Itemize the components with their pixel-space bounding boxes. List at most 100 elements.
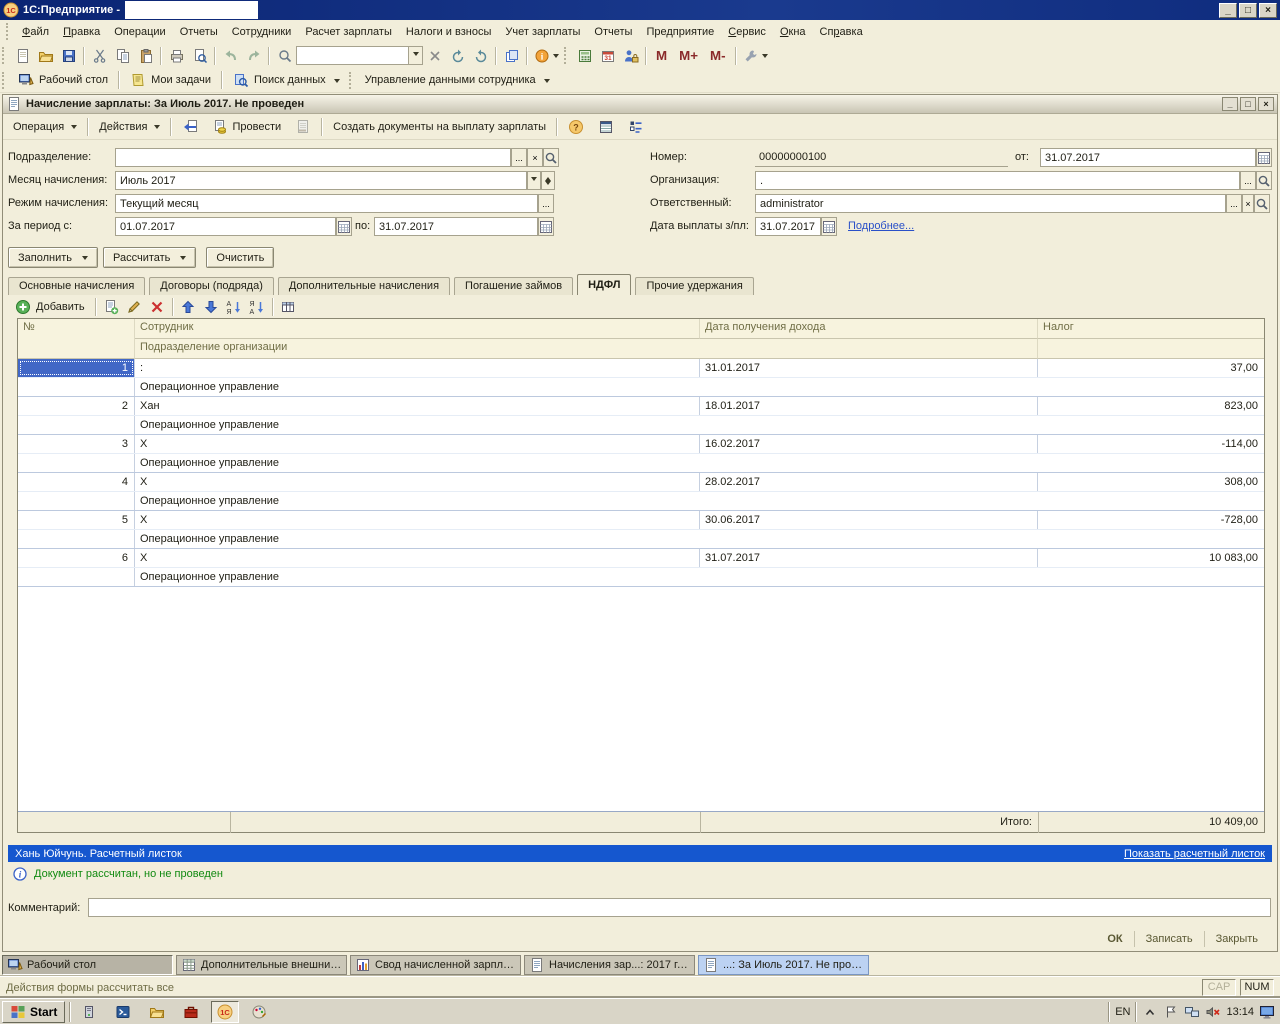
grip-handle[interactable] [6, 23, 11, 40]
structure-button[interactable] [621, 116, 651, 138]
write-button[interactable]: Записать [1134, 931, 1204, 947]
row-number-subcell[interactable] [18, 454, 135, 472]
window-tab[interactable]: Свод начисленной зарплат... [350, 955, 521, 975]
income-date-cell[interactable]: 28.02.2017 [700, 473, 1038, 491]
department-cell[interactable]: Операционное управление [135, 530, 1264, 548]
responsible-clear-button[interactable]: × [1242, 194, 1254, 213]
fill-button[interactable]: Заполнить [8, 247, 98, 268]
menu-item[interactable]: Операции [107, 23, 172, 41]
month-field[interactable] [115, 171, 527, 190]
move-up-button[interactable] [177, 297, 200, 318]
actions-menu-button[interactable]: Действия [92, 116, 167, 138]
menu-item[interactable]: Файл [15, 23, 56, 41]
flag-icon[interactable] [1163, 1004, 1179, 1020]
start-button[interactable]: Start [2, 1001, 65, 1023]
post-document-button[interactable] [175, 116, 205, 138]
calendar-button[interactable]: 31 [596, 45, 619, 66]
windows-list-button[interactable] [500, 45, 523, 66]
panel-button[interactable]: Рабочий стол [11, 70, 115, 91]
tax-cell[interactable]: 10 083,00 [1038, 549, 1264, 567]
window-tab[interactable]: Дополнительные внешние ... [176, 955, 347, 975]
add-row-button[interactable]: Добавить [8, 297, 92, 318]
print-button[interactable] [165, 45, 188, 66]
undo-button[interactable] [219, 45, 242, 66]
tax-cell[interactable]: 308,00 [1038, 473, 1264, 491]
menu-item[interactable]: Учет зарплаты [498, 23, 587, 41]
clear-search-button[interactable] [423, 45, 446, 66]
row-number-subcell[interactable] [18, 492, 135, 510]
division-field[interactable] [115, 148, 511, 167]
panel-button[interactable]: Управление данными сотрудника [358, 70, 557, 91]
organization-field[interactable] [755, 171, 1240, 190]
table-row[interactable]: 1:31.01.201737,00Операционное управление [18, 359, 1264, 397]
show-desktop-icon[interactable] [1259, 1004, 1275, 1020]
responsible-open-button[interactable] [1254, 194, 1270, 213]
tab[interactable]: Дополнительные начисления [278, 277, 450, 295]
column-header-department[interactable]: Подразделение организации [135, 339, 1038, 359]
organization-open-button[interactable] [1256, 171, 1272, 190]
quicklaunch-server-button[interactable] [75, 1001, 103, 1023]
find-button[interactable] [273, 45, 296, 66]
new-document-button[interactable] [11, 45, 34, 66]
period-from-field[interactable] [115, 217, 336, 236]
window-tab[interactable]: Начисления зар...: 2017 г. - ... [524, 955, 695, 975]
memory-plus-button[interactable]: M+ [673, 45, 704, 66]
calculator-button[interactable] [573, 45, 596, 66]
income-date-cell[interactable]: 30.06.2017 [700, 511, 1038, 529]
pay-date-calendar-button[interactable] [821, 217, 837, 236]
copy-row-button[interactable] [100, 297, 123, 318]
settings-button[interactable] [740, 45, 771, 66]
period-to-field[interactable] [374, 217, 538, 236]
doc-date-calendar-button[interactable] [1256, 148, 1272, 167]
operation-menu-button[interactable]: Операция [6, 116, 84, 138]
month-dropdown-button[interactable] [527, 171, 541, 190]
panel-button[interactable]: Мои задачи [123, 70, 218, 91]
tab[interactable]: Основные начисления [8, 277, 145, 295]
employee-cell[interactable]: Х [135, 473, 700, 491]
tax-cell[interactable]: -114,00 [1038, 435, 1264, 453]
redo-button[interactable] [242, 45, 265, 66]
column-header-date[interactable]: Дата получения дохода [700, 319, 1038, 339]
show-payslip-link[interactable]: Показать расчетный листок [1124, 848, 1265, 860]
panel-button[interactable]: Поиск данных [226, 70, 347, 91]
menu-item[interactable]: Сервис [721, 23, 773, 41]
details-link[interactable]: Подробнее... [848, 217, 914, 236]
employee-cell[interactable]: Х [135, 511, 700, 529]
column-header-num[interactable]: № [18, 319, 135, 359]
income-date-cell[interactable]: 18.01.2017 [700, 397, 1038, 415]
mode-select-button[interactable]: ... [538, 194, 554, 213]
close-doc-button[interactable]: Закрыть [1204, 931, 1269, 947]
row-number-cell[interactable]: 3 [18, 435, 135, 453]
division-open-button[interactable] [543, 148, 559, 167]
column-settings-button[interactable] [277, 297, 300, 318]
department-cell[interactable]: Операционное управление [135, 416, 1264, 434]
table-row[interactable]: 4Х28.02.2017308,00Операционное управлени… [18, 473, 1264, 511]
grip-handle[interactable] [2, 47, 7, 64]
column-header-tax[interactable]: Налог [1038, 319, 1264, 339]
menu-item[interactable]: Предприятие [639, 23, 721, 41]
help-button[interactable]: ? [561, 116, 591, 138]
tax-cell[interactable]: -728,00 [1038, 511, 1264, 529]
responsible-select-button[interactable]: ... [1226, 194, 1242, 213]
info-button[interactable]: i [531, 45, 562, 66]
cut-button[interactable] [88, 45, 111, 66]
tax-cell[interactable]: 823,00 [1038, 397, 1264, 415]
copy-button[interactable] [111, 45, 134, 66]
row-number-subcell[interactable] [18, 568, 135, 586]
delete-row-button[interactable] [146, 297, 169, 318]
tab[interactable]: Прочие удержания [635, 277, 753, 295]
restore-button[interactable]: □ [1239, 3, 1257, 18]
table-row[interactable]: 6Х31.07.201710 083,00Операционное управл… [18, 549, 1264, 587]
doc-restore-button[interactable]: □ [1240, 97, 1256, 111]
department-cell[interactable]: Операционное управление [135, 378, 1264, 396]
tab[interactable]: Договоры (подряда) [149, 277, 274, 295]
edit-row-button[interactable] [123, 297, 146, 318]
column-header-employee[interactable]: Сотрудник [135, 319, 700, 339]
row-number-cell[interactable]: 4 [18, 473, 135, 491]
create-payment-docs-button[interactable]: Создать документы на выплату зарплаты [326, 116, 553, 138]
move-down-button[interactable] [200, 297, 223, 318]
division-select-button[interactable]: ... [511, 148, 527, 167]
tab-active[interactable]: НДФЛ [577, 274, 631, 295]
row-number-subcell[interactable] [18, 416, 135, 434]
quicklaunch-palette-button[interactable] [245, 1001, 273, 1023]
